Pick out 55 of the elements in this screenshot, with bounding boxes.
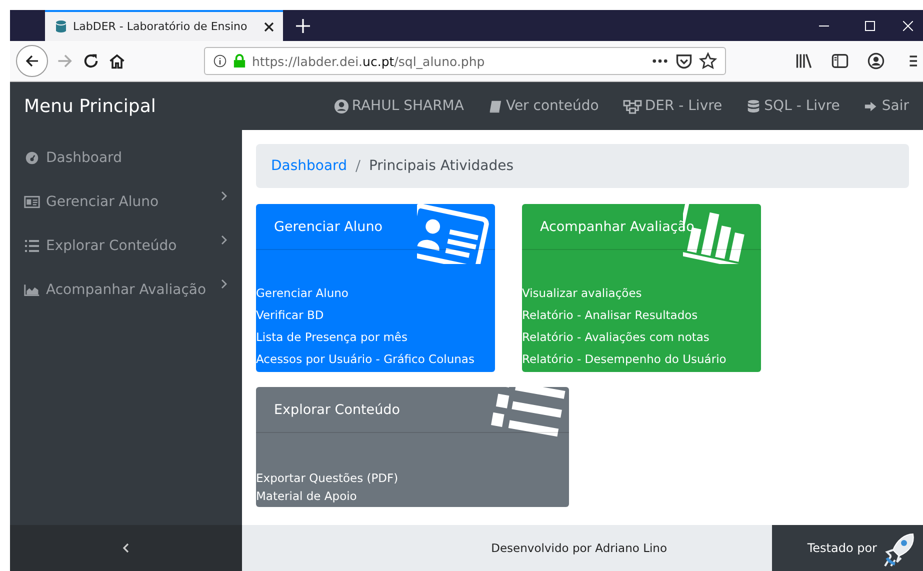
card-link[interactable]: Visualizar avaliações xyxy=(522,282,761,304)
nav-link[interactable]: RAHUL SHARMA xyxy=(334,98,464,114)
card-link[interactable]: Relatório - Avaliações com notas xyxy=(522,326,761,348)
info-icon xyxy=(213,52,227,70)
breadcrumb-link[interactable]: Dashboard xyxy=(271,158,347,174)
slash-separator-icon xyxy=(354,159,361,173)
reload-icon[interactable] xyxy=(82,52,100,70)
nav-link[interactable]: DER - Livre xyxy=(622,98,722,114)
sidebar-item[interactable]: Acompanhar Avaliação xyxy=(10,268,242,312)
sidebar-item[interactable]: Explorar Conteúdo xyxy=(10,224,242,268)
back-arrow-icon xyxy=(24,53,40,69)
card-link[interactable]: Acessos por Usuário - Gráfico Colunas xyxy=(256,348,495,370)
account-icon[interactable] xyxy=(867,52,885,70)
collapse-chevron-icon[interactable] xyxy=(122,543,130,553)
user-icon xyxy=(334,98,349,114)
card-link[interactable]: Lista de Presença por mês xyxy=(256,326,495,348)
home-icon[interactable] xyxy=(108,52,126,70)
sidebar-item[interactable]: Gerenciar Aluno xyxy=(10,180,242,224)
breadcrumb-current: Principais Atividades xyxy=(368,158,514,174)
area-chart-icon xyxy=(24,283,40,297)
gauge-icon xyxy=(24,151,40,165)
card-title: Gerenciar Aluno xyxy=(274,218,383,234)
list-icon xyxy=(24,239,40,253)
numbered-list-icon xyxy=(491,387,566,437)
card-link[interactable]: Relatório - Analisar Resultados xyxy=(522,304,761,326)
library-icon[interactable] xyxy=(795,52,813,70)
card-link[interactable]: Exportar Questões (PDF) xyxy=(256,469,569,487)
card-link[interactable]: Material de Apoio xyxy=(256,487,569,505)
book-icon xyxy=(488,98,503,114)
diagram-icon xyxy=(622,98,642,114)
database-icon xyxy=(746,98,762,114)
nav-link[interactable]: SQL - Livre xyxy=(746,98,840,114)
bookmark-star-icon[interactable] xyxy=(699,52,717,70)
sidebar-item[interactable]: Dashboard xyxy=(10,136,242,180)
card-link[interactable]: Verificar BD xyxy=(256,304,495,326)
maximize-icon[interactable] xyxy=(865,20,875,30)
card-link[interactable]: Gerenciar Aluno xyxy=(256,282,495,304)
url-text: https://labder.dei.uc.pt/sql_aluno.php xyxy=(252,54,486,68)
pocket-icon[interactable] xyxy=(675,52,693,70)
close-icon[interactable] xyxy=(263,20,275,32)
id-card-icon xyxy=(417,204,490,264)
card-link[interactable]: Relatório - Desempenho do Usuário xyxy=(522,348,761,370)
id-card-icon xyxy=(24,195,40,209)
address-bar[interactable]: https://labder.dei.uc.pt/sql_aluno.php xyxy=(204,47,726,75)
app-title: Menu Principal xyxy=(24,96,157,116)
sidebar-icon[interactable] xyxy=(831,52,849,70)
back-button[interactable] xyxy=(16,45,48,77)
lock-icon xyxy=(233,52,246,70)
tester-credit: Testado por xyxy=(807,541,877,555)
nav-link[interactable]: Sair xyxy=(864,98,909,114)
browser-tab[interactable]: LabDER - Laboratório de Ensino xyxy=(45,10,283,41)
database-icon xyxy=(55,20,67,33)
card-title: Explorar Conteúdo xyxy=(274,402,400,418)
developer-credit: Desenvolvido por Adriano Lino xyxy=(491,541,667,555)
nav-link[interactable]: Ver conteúdo xyxy=(488,98,599,114)
